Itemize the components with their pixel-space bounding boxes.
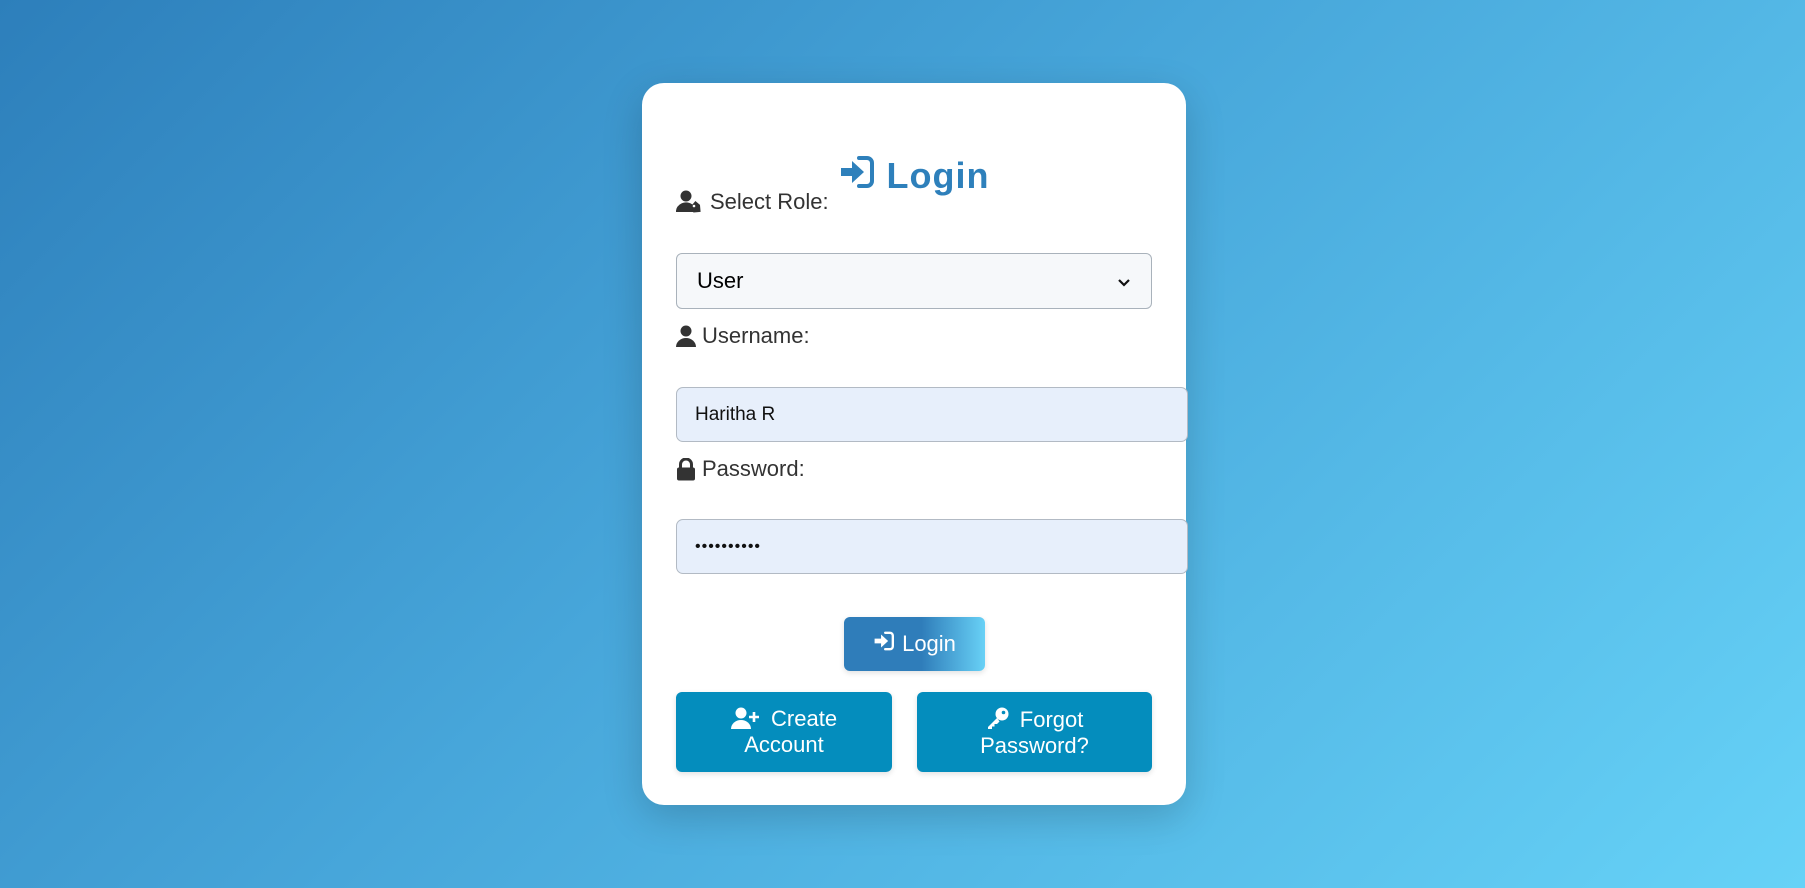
username-label: Username: <box>676 323 810 349</box>
password-label: Password: <box>676 456 805 482</box>
login-button[interactable]: Login <box>844 617 985 671</box>
role-select[interactable]: User <box>676 253 1152 309</box>
sign-in-icon <box>873 631 895 657</box>
username-label-text: Username: <box>702 323 810 348</box>
user-plus-icon <box>730 706 771 731</box>
forgot-password-line1: Forgot <box>1019 706 1084 732</box>
login-button-label: Login <box>902 631 956 656</box>
role-label: Select Role: <box>676 189 829 215</box>
login-card: Login Select Role: User Username: Harith… <box>642 83 1188 805</box>
create-account-line1: Create <box>771 706 838 731</box>
page-title-text: Login <box>886 155 990 196</box>
sign-in-icon <box>839 155 875 198</box>
user-icon <box>676 325 696 347</box>
user-tag-icon <box>676 190 704 214</box>
create-account-line2: Account <box>744 732 824 757</box>
create-account-button[interactable]: Create Account <box>676 692 892 772</box>
username-input[interactable]: Haritha R <box>676 387 1188 442</box>
username-value: Haritha R <box>695 403 776 425</box>
lock-icon <box>676 457 696 481</box>
password-label-text: Password: <box>702 456 805 481</box>
password-value: •••••••••• <box>695 537 762 555</box>
password-input[interactable]: •••••••••• <box>676 519 1188 574</box>
forgot-password-button[interactable]: Forgot Password? <box>917 692 1152 772</box>
key-icon <box>986 707 1020 732</box>
chevron-down-icon <box>1117 268 1131 294</box>
role-select-value: User <box>697 268 744 293</box>
role-label-text: Select Role: <box>710 189 829 214</box>
forgot-password-line2: Password? <box>980 732 1089 758</box>
